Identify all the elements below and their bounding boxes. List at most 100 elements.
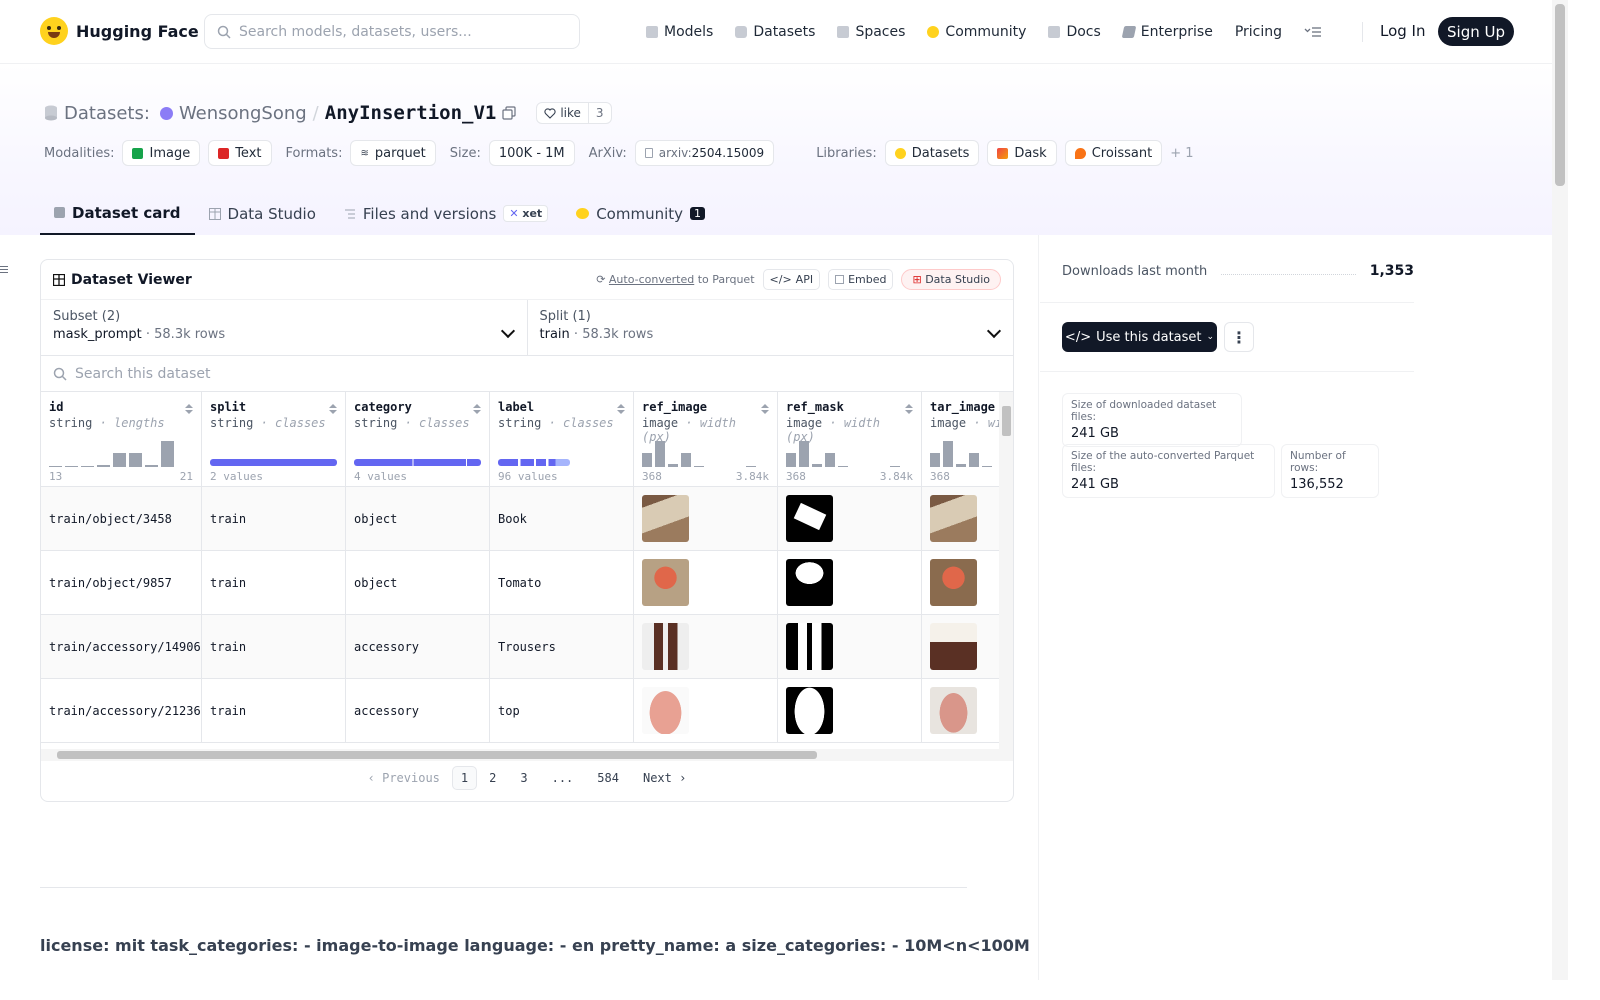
sort-icon[interactable] [905,404,913,416]
sort-icon[interactable] [761,404,769,416]
cell-id: train/object/9857 [41,551,202,614]
mask-thumbnail[interactable] [786,495,833,542]
image-thumbnail[interactable] [930,559,977,606]
cell-id: train/accessory/21236 [41,679,202,742]
tag-lib-croissant[interactable]: Croissant [1064,140,1163,166]
column-header-ref-image[interactable]: ref_image image · width (px) 368 3.84k [634,392,778,486]
tab-community[interactable]: Community 1 [562,192,719,235]
mask-thumbnail[interactable] [786,687,833,734]
sort-icon[interactable] [329,404,337,416]
table-row[interactable]: train/accessory/21236 train accessory to… [41,679,1013,743]
data-studio-button[interactable]: ⊞ Data Studio [901,269,1001,290]
split-select[interactable]: Split (1) train · 58.3k rows [526,300,1014,355]
column-header-split[interactable]: split string · classes 2 values [202,392,346,486]
cell-split: train [202,615,346,678]
image-thumbnail[interactable] [930,623,977,670]
column-header-id[interactable]: id string · lengths 13 21 [41,392,202,486]
cell-tar-image[interactable] [922,615,1000,678]
page-2[interactable]: 2 [477,767,508,789]
tag-lib-datasets[interactable]: Datasets [884,140,980,166]
repo-owner[interactable]: WensongSong [179,103,307,124]
subset-select[interactable]: Subset (2) mask_prompt · 58.3k rows [41,300,527,355]
tag-parquet[interactable]: ≋ parquet [350,140,436,166]
table-row[interactable]: train/accessory/14906 train accessory Tr… [41,615,1013,679]
page-3[interactable]: 3 [508,767,539,789]
tab-dataset-card[interactable]: Dataset card [40,192,195,235]
cell-ref-mask[interactable] [778,487,922,550]
auto-converted-note[interactable]: ⟳ Auto-converted to Parquet [596,273,754,286]
repo-name[interactable]: AnyInsertion_V1 [325,102,497,124]
xet-icon: ✕ [509,207,519,220]
mask-thumbnail[interactable] [786,623,833,670]
embed-button[interactable]: Embed [828,269,894,290]
table-row[interactable]: train/object/3458 train object Book [41,487,1013,551]
page-1[interactable]: 1 [451,766,478,790]
cell-ref-image[interactable] [634,487,778,550]
image-thumbnail[interactable] [930,687,977,734]
page-scrollbar[interactable] [1552,0,1568,980]
signup-button[interactable]: Sign Up [1438,17,1514,46]
nav-enterprise[interactable]: Enterprise [1121,24,1213,40]
use-dataset-button[interactable]: </> Use this dataset ⌄ [1062,322,1217,352]
like-button[interactable]: like 3 [536,102,612,124]
cell-tar-image[interactable] [922,551,1000,614]
nav-spaces[interactable]: Spaces [837,24,905,40]
image-thumbnail[interactable] [642,495,689,542]
sidebar-toggle-icon[interactable] [0,264,8,276]
image-thumbnail[interactable] [642,623,689,670]
sort-icon[interactable] [473,404,481,416]
cell-ref-image[interactable] [634,615,778,678]
nav-more-menu[interactable] [1304,26,1322,38]
column-header-ref-mask[interactable]: ref_mask image · width (px) 368 3.84k [778,392,922,486]
cell-ref-mask[interactable] [778,679,922,742]
cell-ref-mask[interactable] [778,551,922,614]
copy-icon[interactable] [502,106,516,120]
nav-community[interactable]: Community [927,24,1026,40]
cell-ref-mask[interactable] [778,615,922,678]
mask-thumbnail[interactable] [786,559,833,606]
nav-pricing[interactable]: Pricing [1235,24,1282,40]
cell-tar-image[interactable] [922,679,1000,742]
nav-datasets[interactable]: Datasets [735,24,815,40]
search-icon [53,367,67,381]
sort-icon[interactable] [617,404,625,416]
dask-icon [997,147,1009,159]
page-584[interactable]: 584 [585,767,631,789]
tab-data-studio[interactable]: Data Studio [195,192,330,235]
cell-id: train/object/3458 [41,487,202,550]
libraries-more[interactable]: + 1 [1170,146,1193,161]
table-vertical-scrollbar[interactable] [999,392,1013,749]
image-thumbnail[interactable] [642,559,689,606]
tag-image[interactable]: Image [122,140,201,166]
previous-page-button[interactable]: ‹ Previous [356,767,452,789]
column-header-label[interactable]: label string · classes 96 values [490,392,634,486]
next-page-button[interactable]: Next › [631,767,698,789]
search-placeholder: Search models, datasets, users... [239,23,472,40]
cell-tar-image[interactable] [922,487,1000,550]
api-button[interactable]: </> API [762,269,821,290]
tag-text[interactable]: Text [208,140,272,166]
cell-ref-image[interactable] [634,679,778,742]
dataset-viewer: Dataset Viewer ⟳ Auto-converted to Parqu… [40,259,1014,802]
column-header-category[interactable]: category string · classes 4 values [346,392,490,486]
sort-icon[interactable] [185,404,193,416]
cell-category: object [346,551,490,614]
more-options-button[interactable]: ⋮ [1224,322,1254,352]
image-thumbnail[interactable] [642,687,689,734]
nav-docs[interactable]: Docs [1048,24,1101,40]
tag-arxiv[interactable]: arxiv: 2504.15009 [634,140,775,166]
tag-lib-dask[interactable]: Dask [987,140,1057,166]
brand-logo[interactable]: Hugging Face [40,17,199,45]
column-header-tar-image[interactable]: tar_image image · wid 368 [922,392,1000,486]
table-horizontal-scrollbar[interactable] [41,749,1013,761]
table-icon [53,273,65,286]
cell-ref-image[interactable] [634,551,778,614]
image-thumbnail[interactable] [930,495,977,542]
dataset-search-input[interactable]: Search this dataset [41,356,1013,392]
global-search-input[interactable]: Search models, datasets, users... [204,14,580,49]
nav-models[interactable]: Models [646,24,713,40]
tab-files[interactable]: Files and versions ✕ xet [330,192,562,235]
table-row[interactable]: train/object/9857 train object Tomato [41,551,1013,615]
tag-size[interactable]: 100K - 1M [488,140,575,166]
login-link[interactable]: Log In [1380,22,1426,40]
